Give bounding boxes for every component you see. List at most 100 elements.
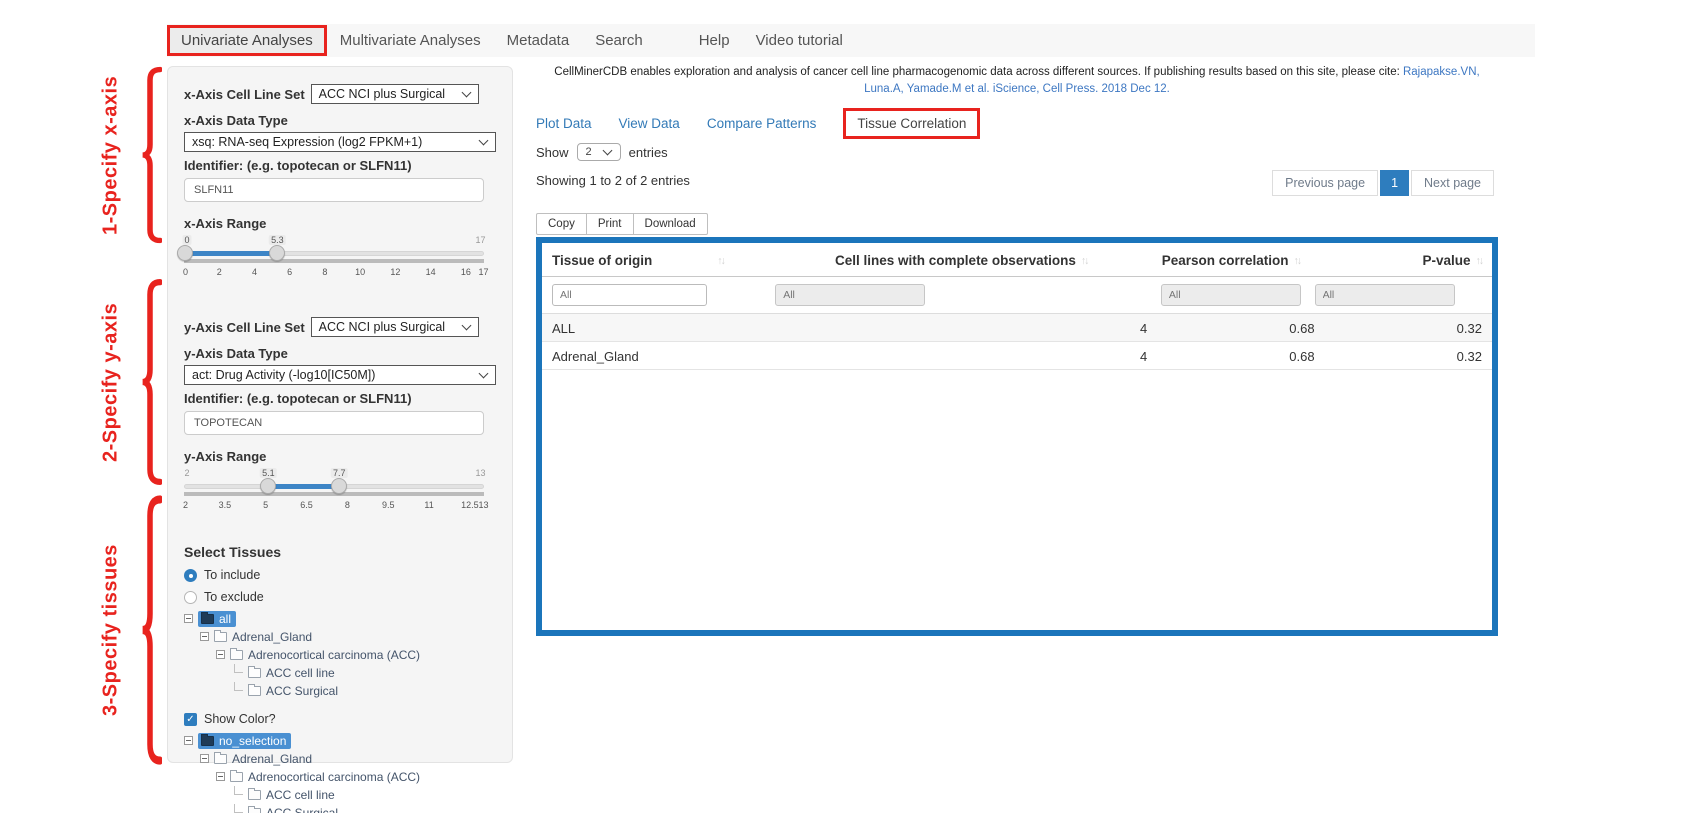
radio-to-exclude[interactable]: To exclude <box>184 590 496 604</box>
tab-compare-patterns[interactable]: Compare Patterns <box>707 116 817 131</box>
header-label: Pearson correlation <box>1162 253 1289 268</box>
tab-view-data[interactable]: View Data <box>619 116 680 131</box>
show-label: Show <box>536 145 569 160</box>
tab-tissue-correlation[interactable]: Tissue Correlation <box>843 108 980 139</box>
collapse-icon[interactable] <box>200 754 209 763</box>
folder-icon <box>230 772 243 782</box>
y-axis-data-type-select[interactable]: act: Drug Activity (-log10[IC50M]) <box>184 365 496 385</box>
y-axis-identifier-input[interactable]: TOPOTECAN <box>184 411 484 435</box>
sort-icon[interactable]: ↑↓ <box>717 255 724 267</box>
description-text: CellMinerCDB enables exploration and ana… <box>554 66 1403 78</box>
collapse-icon[interactable] <box>184 614 193 623</box>
tree-node-adrenal-gland[interactable]: Adrenal_Gland <box>184 751 496 766</box>
sort-icon[interactable]: ↑↓ <box>1294 255 1301 267</box>
tick-label: 10 <box>355 267 365 277</box>
tree-node-label: Adrenocortical carcinoma (ACC) <box>248 648 420 662</box>
x-range-high-value: 5.3 <box>269 235 286 245</box>
y-axis-range-label: y-Axis Range <box>184 449 496 464</box>
tree-node-label: Adrenal_Gland <box>232 752 312 766</box>
y-range-low-handle[interactable] <box>260 478 276 494</box>
sort-icon[interactable]: ↑↓ <box>1475 255 1482 267</box>
nav-tab-multivariate-analyses[interactable]: Multivariate Analyses <box>327 25 494 56</box>
header-cell-lines[interactable]: Cell lines with complete observations ↑↓ <box>775 253 1147 268</box>
radio-to-include[interactable]: To include <box>184 568 496 582</box>
print-button[interactable]: Print <box>586 213 634 235</box>
tick-label: 16 <box>461 267 471 277</box>
tree-node-all[interactable]: all <box>184 611 496 626</box>
folder-icon <box>214 754 227 764</box>
filter-pearson-input[interactable] <box>1161 284 1301 306</box>
main-content: CellMinerCDB enables exploration and ana… <box>536 64 1498 636</box>
tree-node-acc-cell-line[interactable]: ACC cell line <box>184 787 496 802</box>
x-axis-cell-line-set-select[interactable]: ACC NCI plus Surgical <box>311 84 479 104</box>
table-row[interactable]: Adrenal_Gland 4 0.68 0.32 <box>542 342 1492 370</box>
tree-node-acc[interactable]: Adrenocortical carcinoma (ACC) <box>184 647 496 662</box>
tick-label: 2 <box>183 500 188 510</box>
filter-p-value-input[interactable] <box>1315 284 1455 306</box>
tick-label: 13 <box>479 500 489 510</box>
tick-label: 8 <box>345 500 350 510</box>
next-page-button[interactable]: Next page <box>1411 170 1494 196</box>
copy-button[interactable]: Copy <box>536 213 587 235</box>
y-range-high-handle[interactable] <box>331 478 347 494</box>
tree-node-adrenal-gland[interactable]: Adrenal_Gland <box>184 629 496 644</box>
nav-tab-univariate-analyses[interactable]: Univariate Analyses <box>167 25 327 56</box>
x-axis-range-label: x-Axis Range <box>184 216 496 231</box>
previous-page-button[interactable]: Previous page <box>1272 170 1378 196</box>
tree-node-acc[interactable]: Adrenocortical carcinoma (ACC) <box>184 769 496 784</box>
table-header-row: Tissue of origin ↑↓ Cell lines with comp… <box>542 243 1492 277</box>
y-axis-identifier-label: Identifier: (e.g. topotecan or SLFN11) <box>184 391 496 406</box>
header-label: P-value <box>1422 253 1470 268</box>
radio-icon <box>184 569 197 582</box>
tab-plot-data[interactable]: Plot Data <box>536 116 592 131</box>
x-axis-data-type-select[interactable]: xsq: RNA-seq Expression (log2 FPKM+1) <box>184 132 496 152</box>
show-color-label: Show Color? <box>204 712 276 726</box>
collapse-icon[interactable] <box>216 650 225 659</box>
tree-elbow-icon <box>234 664 243 673</box>
header-p-value[interactable]: P-value ↑↓ <box>1315 253 1482 268</box>
filter-cell-lines-input[interactable] <box>775 284 925 306</box>
tick-label: 0 <box>183 267 188 277</box>
color-tissue-tree: no_selection Adrenal_Gland Adrenocortica… <box>184 733 496 813</box>
header-pearson-correlation[interactable]: Pearson correlation ↑↓ <box>1147 253 1314 268</box>
x-range-high-handle[interactable] <box>269 245 285 261</box>
entries-count-select[interactable]: 2 <box>577 143 621 161</box>
nav-tab-video-tutorial[interactable]: Video tutorial <box>743 25 856 56</box>
sort-icon[interactable]: ↑↓ <box>1081 255 1088 267</box>
filter-tissue-input[interactable] <box>552 284 707 306</box>
table-row[interactable]: ALL 4 0.68 0.32 <box>542 314 1492 342</box>
folder-icon <box>248 808 261 813</box>
header-tissue-of-origin[interactable]: Tissue of origin ↑↓ <box>552 253 775 268</box>
page-1-button[interactable]: 1 <box>1380 170 1409 196</box>
download-button[interactable]: Download <box>633 213 708 235</box>
top-navbar: Univariate Analyses Multivariate Analyse… <box>167 24 1535 57</box>
show-color-checkbox[interactable]: ✓ Show Color? <box>184 712 496 726</box>
nav-tab-metadata[interactable]: Metadata <box>494 25 583 56</box>
tick-label: 14 <box>426 267 436 277</box>
annotation-step3-bracket <box>138 494 162 766</box>
x-range-low-handle[interactable] <box>177 245 193 261</box>
nav-tab-search[interactable]: Search <box>582 25 656 56</box>
chevron-down-icon <box>479 136 489 146</box>
x-axis-identifier-input[interactable]: SLFN11 <box>184 178 484 202</box>
tick-label: 8 <box>322 267 327 277</box>
annotation-step1-bracket <box>138 66 162 244</box>
tree-node-label: ACC cell line <box>266 788 335 802</box>
nav-tab-help[interactable]: Help <box>686 25 743 56</box>
tree-node-no-selection[interactable]: no_selection <box>184 733 496 748</box>
collapse-icon[interactable] <box>200 632 209 641</box>
collapse-icon[interactable] <box>184 736 193 745</box>
x-axis-cell-line-set-label: x-Axis Cell Line Set <box>184 87 305 102</box>
y-axis-cell-line-set-select[interactable]: ACC NCI plus Surgical <box>311 317 479 337</box>
tick-label: 9.5 <box>382 500 395 510</box>
y-range-high-value: 7.7 <box>331 468 348 478</box>
collapse-icon[interactable] <box>216 772 225 781</box>
tree-node-label: Adrenal_Gland <box>232 630 312 644</box>
tree-node-acc-surgical[interactable]: ACC Surgical <box>184 683 496 698</box>
chevron-down-icon <box>602 146 612 156</box>
site-description: CellMinerCDB enables exploration and ana… <box>536 64 1498 97</box>
tree-node-acc-surgical[interactable]: ACC Surgical <box>184 805 496 813</box>
tree-node-acc-cell-line[interactable]: ACC cell line <box>184 665 496 680</box>
slider-fill <box>184 251 277 256</box>
header-label: Cell lines with complete observations <box>835 253 1076 268</box>
